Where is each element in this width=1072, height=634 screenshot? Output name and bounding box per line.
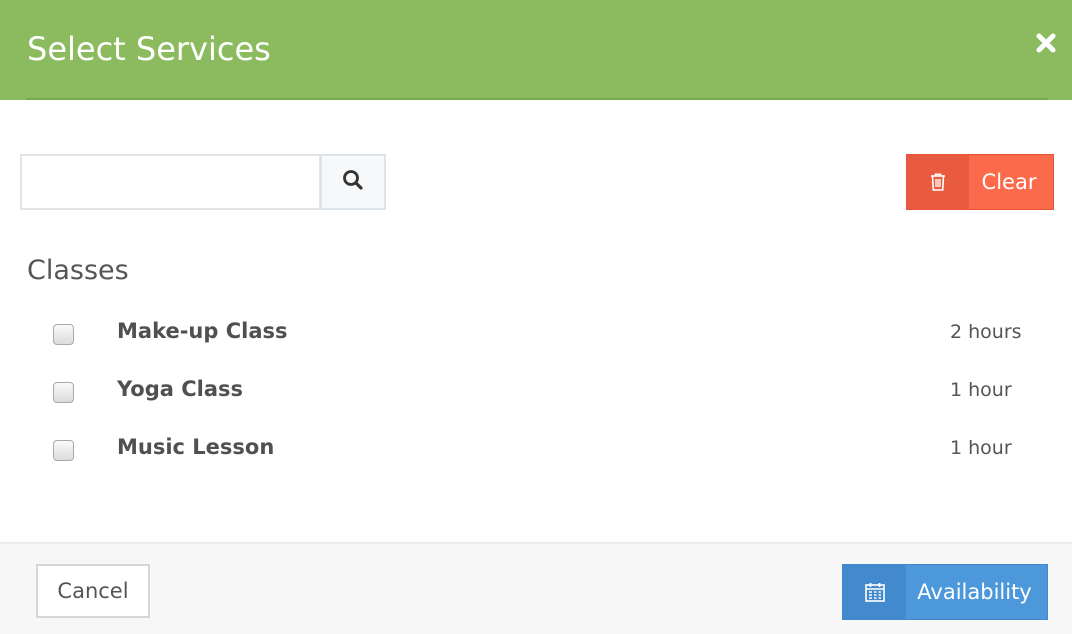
availability-button-label: Availability (917, 580, 1032, 604)
service-row-music-lesson[interactable]: Music Lesson 1 hour (0, 433, 1072, 473)
service-checkbox[interactable] (53, 382, 74, 403)
clear-button[interactable]: Clear (906, 154, 1054, 210)
trash-icon (907, 155, 969, 209)
search-button[interactable] (320, 154, 386, 210)
service-duration: 2 hours (950, 321, 1022, 343)
clear-button-label: Clear (981, 170, 1037, 194)
service-duration: 1 hour (950, 437, 1012, 459)
search-input[interactable] (20, 154, 321, 210)
availability-button[interactable]: Availability (842, 564, 1048, 620)
service-name: Make-up Class (117, 319, 288, 343)
modal-header: Select Services (0, 0, 1072, 100)
modal-title: Select Services (27, 30, 271, 68)
service-checkbox[interactable] (53, 440, 74, 461)
service-name: Music Lesson (117, 435, 275, 459)
modal-footer: Cancel Availability (0, 542, 1072, 634)
calendar-icon (843, 565, 906, 619)
header-divider (26, 98, 1048, 100)
service-duration: 1 hour (950, 379, 1012, 401)
service-row-yoga-class[interactable]: Yoga Class 1 hour (0, 375, 1072, 415)
close-icon[interactable] (1033, 30, 1059, 56)
cancel-button[interactable]: Cancel (36, 564, 150, 618)
section-title-classes: Classes (27, 255, 129, 286)
search-icon (342, 169, 364, 196)
service-row-makeup-class[interactable]: Make-up Class 2 hours (0, 317, 1072, 357)
service-name: Yoga Class (117, 377, 243, 401)
service-checkbox[interactable] (53, 324, 74, 345)
